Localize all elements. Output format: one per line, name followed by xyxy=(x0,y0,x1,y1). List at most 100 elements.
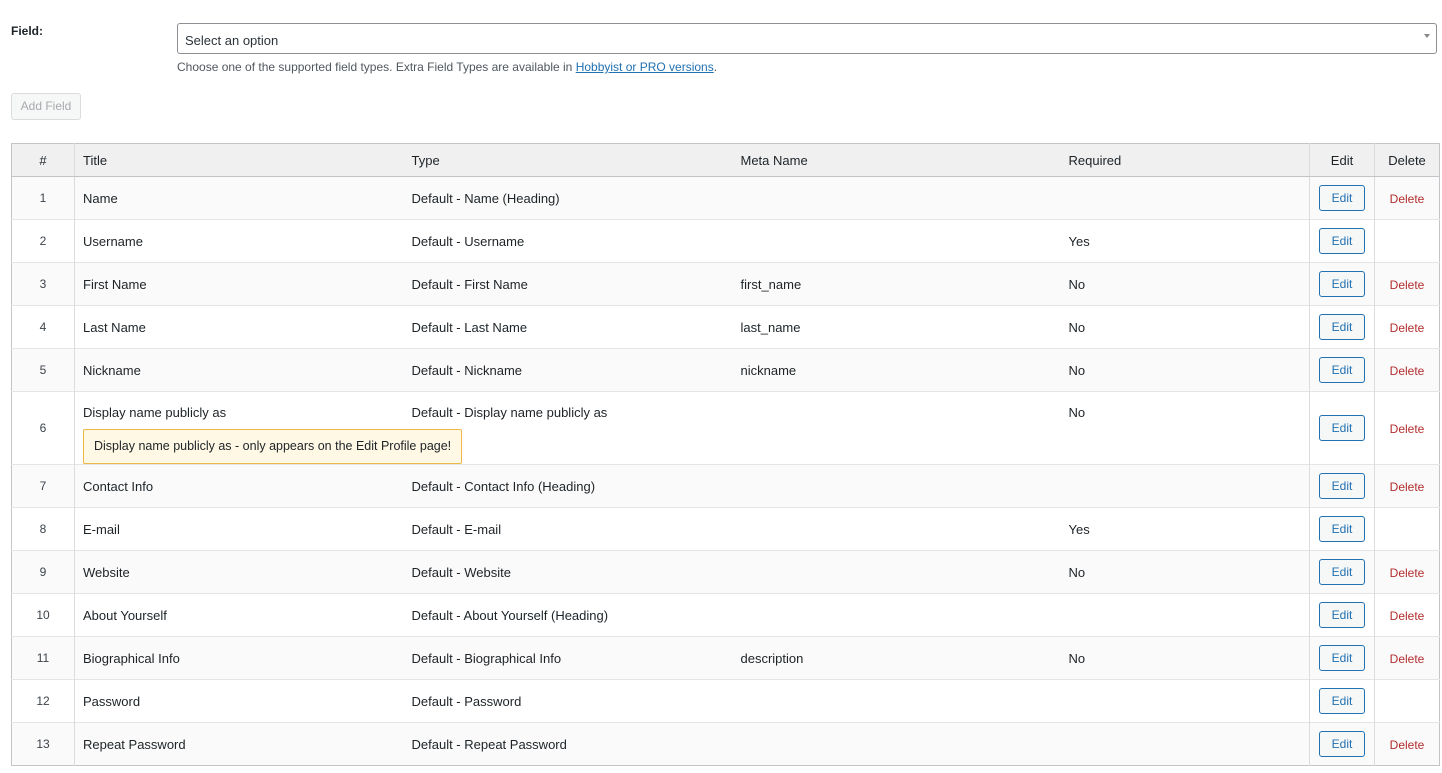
row-title-cell: Username xyxy=(74,219,404,263)
row-type: Default - Website xyxy=(403,550,733,594)
row-edit-cell: Edit xyxy=(1309,722,1375,766)
edit-button[interactable]: Edit xyxy=(1319,415,1365,441)
delete-link[interactable]: Delete xyxy=(1390,566,1425,580)
edit-button[interactable]: Edit xyxy=(1319,731,1365,757)
table-row: 5 Nickname Default - Nickname nickname No Edi… xyxy=(11,348,1440,392)
header-num: # xyxy=(11,143,75,177)
row-delete-cell: Delete xyxy=(1374,464,1440,508)
row-meta-name xyxy=(732,722,1061,766)
delete-link[interactable]: Delete xyxy=(1390,278,1425,292)
table-row: 12 Password Default - Password Edit xyxy=(11,679,1440,723)
row-title-cell: Name xyxy=(74,176,404,220)
row-delete-cell: Delete xyxy=(1374,391,1440,465)
add-field-button[interactable]: Add Field xyxy=(11,93,81,120)
row-required: No xyxy=(1060,348,1310,392)
delete-link[interactable]: Delete xyxy=(1390,321,1425,335)
delete-link[interactable]: Delete xyxy=(1390,364,1425,378)
edit-button[interactable]: Edit xyxy=(1319,645,1365,671)
row-title-cell: Nickname xyxy=(74,348,404,392)
row-delete-cell: Delete xyxy=(1374,550,1440,594)
header-required: Required xyxy=(1060,143,1310,177)
row-number: 8 xyxy=(11,507,75,551)
delete-link[interactable]: Delete xyxy=(1390,422,1425,436)
edit-button[interactable]: Edit xyxy=(1319,357,1365,383)
field-type-help: Choose one of the supported field types.… xyxy=(177,60,717,74)
row-delete-cell: Delete xyxy=(1374,348,1440,392)
row-edit-cell: Edit xyxy=(1309,305,1375,349)
row-required xyxy=(1060,464,1310,508)
edit-button[interactable]: Edit xyxy=(1319,516,1365,542)
delete-link[interactable]: Delete xyxy=(1390,738,1425,752)
row-title: Last Name xyxy=(83,319,146,335)
row-title-cell: Display name publicly as Display name pub… xyxy=(74,391,463,465)
edit-button[interactable]: Edit xyxy=(1319,602,1365,628)
row-delete-cell: Delete xyxy=(1374,722,1440,766)
edit-button[interactable]: Edit xyxy=(1319,228,1365,254)
row-number: 6 xyxy=(11,391,75,465)
row-edit-cell: Edit xyxy=(1309,176,1375,220)
header-edit: Edit xyxy=(1309,143,1375,177)
row-required: Yes xyxy=(1060,219,1310,263)
row-title: Biographical Info xyxy=(83,650,180,666)
field-type-select[interactable]: Select an option xyxy=(177,23,1437,54)
header-delete: Delete xyxy=(1374,143,1440,177)
row-delete-cell: Delete xyxy=(1374,262,1440,306)
row-title: Repeat Password xyxy=(83,736,186,752)
delete-link[interactable]: Delete xyxy=(1390,480,1425,494)
row-type: Default - Password xyxy=(403,679,733,723)
row-delete-cell: Delete xyxy=(1374,305,1440,349)
edit-button[interactable]: Edit xyxy=(1319,688,1365,714)
row-meta-name xyxy=(732,176,1061,220)
edit-button[interactable]: Edit xyxy=(1319,185,1365,211)
table-row: 8 E-mail Default - E-mail Yes Edit xyxy=(11,507,1440,551)
row-required xyxy=(1060,593,1310,637)
table-row: 1 Name Default - Name (Heading) Edit Delete xyxy=(11,176,1440,220)
row-meta-name xyxy=(732,391,1061,465)
hobbyist-pro-link[interactable]: Hobbyist or PRO versions xyxy=(576,60,714,74)
row-number: 12 xyxy=(11,679,75,723)
row-title-cell: Biographical Info xyxy=(74,636,404,680)
row-type: Default - Name (Heading) xyxy=(403,176,733,220)
edit-button[interactable]: Edit xyxy=(1319,559,1365,585)
row-meta-name xyxy=(732,464,1061,508)
row-delete-cell xyxy=(1374,679,1440,723)
row-title-cell: Contact Info xyxy=(74,464,404,508)
row-type: Default - Biographical Info xyxy=(403,636,733,680)
edit-button[interactable]: Edit xyxy=(1319,271,1365,297)
notice-box: Display name publicly as - only appears … xyxy=(83,429,463,464)
table-row: 13 Repeat Password Default - Repeat Passwo… xyxy=(11,722,1440,766)
row-number: 4 xyxy=(11,305,75,349)
edit-button[interactable]: Edit xyxy=(1319,314,1365,340)
row-title-cell: Website xyxy=(74,550,404,594)
row-required xyxy=(1060,722,1310,766)
row-number: 10 xyxy=(11,593,75,637)
delete-link[interactable]: Delete xyxy=(1390,192,1425,206)
row-title-cell: Repeat Password xyxy=(74,722,404,766)
help-end: . xyxy=(713,60,718,74)
row-type: Default - Last Name xyxy=(403,305,733,349)
row-type: Default - Contact Info (Heading) xyxy=(403,464,733,508)
edit-button[interactable]: Edit xyxy=(1319,473,1365,499)
row-required: No xyxy=(1060,636,1310,680)
row-title: Name xyxy=(83,190,118,206)
table-row: 4 Last Name Default - Last Name last_name No… xyxy=(11,305,1440,349)
table-row: 3 First Name Default - First Name first_nam… xyxy=(11,262,1440,306)
row-delete-cell xyxy=(1374,507,1440,551)
row-delete-cell: Delete xyxy=(1374,593,1440,637)
row-delete-cell xyxy=(1374,219,1440,263)
row-edit-cell: Edit xyxy=(1309,593,1375,637)
row-title: Contact Info xyxy=(83,478,154,494)
row-number: 5 xyxy=(11,348,75,392)
table-row: 10 About Yourself Default - About Yourself… xyxy=(11,593,1440,637)
delete-link[interactable]: Delete xyxy=(1390,652,1425,666)
table-header-row: # Title Type Meta Name Required Edit Del… xyxy=(11,143,1440,177)
row-required: No xyxy=(1060,391,1310,465)
delete-link[interactable]: Delete xyxy=(1390,609,1425,623)
row-edit-cell: Edit xyxy=(1309,464,1375,508)
row-type: Default - First Name xyxy=(403,262,733,306)
row-title: First Name xyxy=(83,276,147,292)
row-required: Yes xyxy=(1060,507,1310,551)
field-label: Field: xyxy=(11,24,43,38)
table-row: 2 Username Default - Username Yes Edit xyxy=(11,219,1440,263)
header-meta-name: Meta Name xyxy=(732,143,1061,177)
